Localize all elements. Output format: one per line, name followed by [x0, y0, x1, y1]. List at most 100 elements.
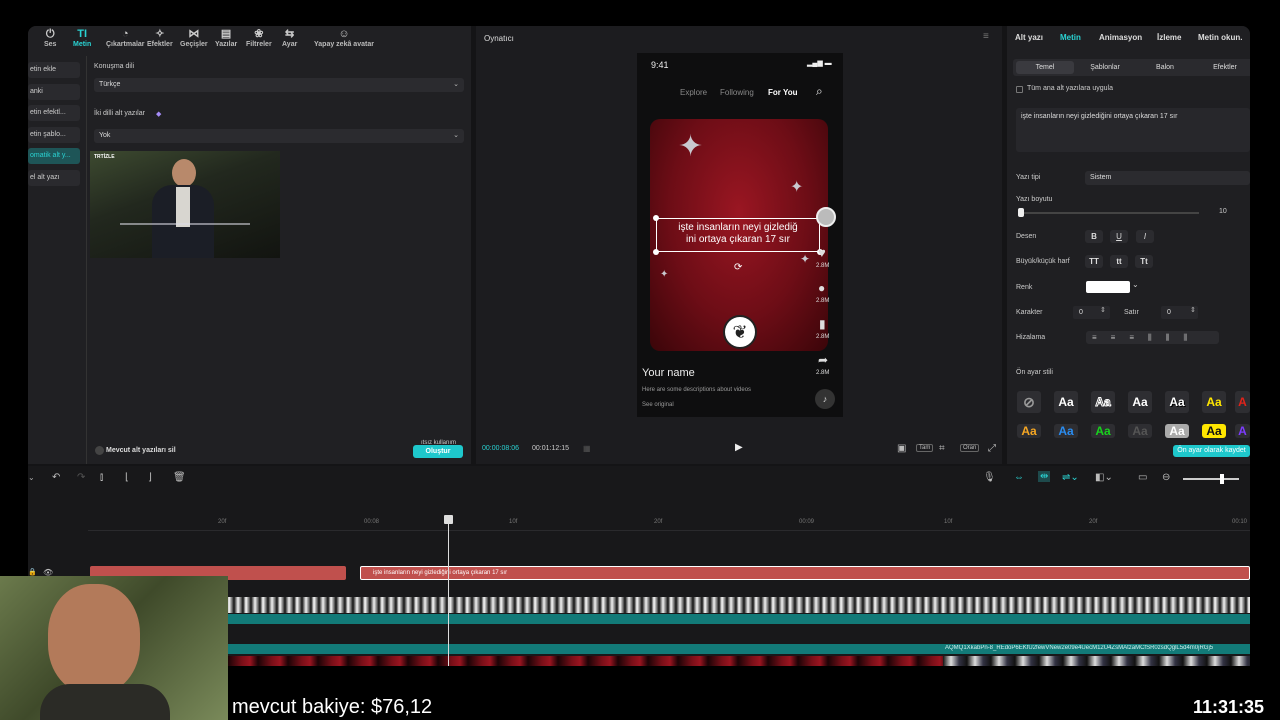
see-original-link[interactable]: See original	[642, 402, 674, 408]
microphone-icon[interactable]: 🎙	[983, 472, 996, 483]
apply-all-checkbox[interactable]	[1016, 86, 1023, 93]
toolbar-yazılar-button[interactable]: ▤ Yazılar	[215, 28, 237, 48]
toolbar-geçişler-button[interactable]: ⋈ Geçişler	[180, 28, 208, 48]
play-button[interactable]: ▶	[735, 442, 743, 453]
subtab-0[interactable]: Temel	[1016, 61, 1074, 74]
caption-icon[interactable]: ▭	[1138, 472, 1147, 483]
toolbar-ayar-button[interactable]: ⇆ Ayar	[282, 28, 297, 48]
video-clip[interactable]	[228, 656, 943, 666]
profile-avatar[interactable]	[816, 207, 836, 227]
comment-icon[interactable]: ●	[818, 281, 825, 295]
preset-style-8[interactable]: Aa	[1054, 424, 1078, 438]
italic-button[interactable]: I	[1136, 230, 1154, 243]
caption-clip-selected[interactable]: işte insanların neyi gizlediğini ortaya …	[360, 566, 1250, 580]
bookmark-icon[interactable]: ▮	[819, 317, 826, 331]
logo-track[interactable]	[90, 597, 1250, 613]
fullscreen-icon[interactable]: ⤢	[988, 443, 996, 454]
video-thumbnail[interactable]: TRTİZLE	[90, 151, 280, 258]
toolbar-çıkartmalar-button[interactable]: ◔ Çıkartmalar	[106, 28, 145, 48]
tab-2[interactable]: Animasyon	[1099, 33, 1142, 42]
ratio-button[interactable]: Oran	[960, 444, 980, 452]
menu-icon[interactable]: ≡	[983, 31, 989, 42]
preset-style-5[interactable]: Aa	[1202, 391, 1226, 413]
font-size-value[interactable]: 10	[1219, 208, 1227, 215]
crop-icon[interactable]: ⌗	[939, 443, 945, 454]
tab-3[interactable]: İzleme	[1157, 33, 1181, 42]
toolbar-ai-avatar-button[interactable]: ☺ Yapay zekâ avatar	[314, 28, 374, 48]
preset-style-7[interactable]: Aa	[1017, 424, 1041, 438]
toolbar-ses-button[interactable]: ⏻ Ses	[44, 28, 56, 48]
timeline-toggle-icon[interactable]: ▦	[583, 444, 591, 453]
preset-style-10[interactable]: Aa	[1128, 424, 1152, 438]
preset-style-11[interactable]: Aa	[1165, 424, 1189, 438]
preset-style-1[interactable]: Aa	[1054, 391, 1078, 413]
lock-icon[interactable]: 🔒	[28, 568, 37, 576]
zoom-out-icon[interactable]: ⊖	[1162, 472, 1170, 483]
delete-toggle-icon[interactable]	[95, 446, 104, 455]
tab-4[interactable]: Metin okun.	[1198, 33, 1242, 42]
search-icon[interactable]: ⌕	[816, 84, 823, 99]
rotate-icon[interactable]: ⟳	[734, 262, 742, 273]
view-icon[interactable]: ▣	[897, 443, 906, 454]
tab-for-you[interactable]: For You	[768, 88, 797, 97]
share-icon[interactable]: ➦	[818, 353, 828, 367]
toolbar-filtreler-button[interactable]: ❀ Filtreler	[246, 28, 272, 48]
subtab-2[interactable]: Balon	[1137, 61, 1193, 74]
preset-style-6[interactable]: A	[1235, 391, 1250, 413]
preset-style-3[interactable]: Aa	[1128, 391, 1152, 413]
save-preset-button[interactable]: Ön ayar olarak kaydet	[1173, 445, 1250, 457]
sidebar-item-1[interactable]: anki	[28, 83, 80, 100]
subtab-3[interactable]: Efektler	[1197, 61, 1250, 74]
fit-button[interactable]: Tam	[916, 444, 934, 452]
subtab-1[interactable]: Şablonlar	[1077, 61, 1133, 74]
delete-icon[interactable]: 🗑	[173, 472, 186, 483]
create-button[interactable]: Oluştur	[413, 445, 463, 458]
preset-style-2[interactable]: Aa	[1091, 391, 1115, 413]
titlecase-button[interactable]: Tt	[1135, 255, 1153, 268]
chevron-down-icon[interactable]: ⌄	[28, 473, 35, 482]
speech-language-select[interactable]: Türkçe ⌄	[94, 78, 464, 92]
tab-1[interactable]: Metin	[1060, 33, 1081, 42]
video-clip-2[interactable]	[943, 656, 1250, 666]
playhead[interactable]	[448, 516, 449, 666]
split-right-icon[interactable]: ⌋	[148, 472, 152, 483]
bilingual-select[interactable]: Yok ⌄	[94, 129, 464, 143]
underline-button[interactable]: U	[1110, 230, 1128, 243]
toolbar-metin-button[interactable]: TI Metin	[73, 28, 91, 48]
playhead-handle[interactable]	[444, 515, 453, 524]
split-left-icon[interactable]: ⌊	[125, 472, 129, 483]
tab-0[interactable]: Alt yazı	[1015, 33, 1043, 42]
stepper-icon[interactable]: ⇕	[1100, 306, 1106, 314]
link-clips-icon[interactable]: ⇔	[1014, 472, 1024, 483]
subtitle-text-field[interactable]: işte insanların neyi gizlediğini ortaya …	[1016, 108, 1250, 152]
redo-icon[interactable]: ↷	[77, 472, 85, 483]
toolbar-efektler-button[interactable]: ✧ Efektler	[147, 28, 173, 48]
chevron-down-icon[interactable]: ⌄	[1132, 280, 1139, 289]
sidebar-item-0[interactable]: etin ekle	[28, 62, 80, 78]
sidebar-item-5[interactable]: el alt yazı	[28, 169, 80, 186]
bold-button[interactable]: B	[1085, 230, 1103, 243]
snap-icon[interactable]: ⇌⌄	[1062, 472, 1079, 483]
stepper-icon[interactable]: ⇕	[1190, 306, 1196, 314]
undo-icon[interactable]: ↶	[52, 472, 60, 483]
preset-style-12[interactable]: Aa	[1202, 424, 1226, 438]
heart-icon[interactable]: ♥	[818, 245, 826, 260]
preset-style-4[interactable]: Aa	[1165, 391, 1189, 413]
resize-handle[interactable]	[653, 215, 659, 221]
sidebar-item-2[interactable]: etin efektl...	[28, 105, 80, 121]
lowercase-button[interactable]: tt	[1110, 255, 1128, 268]
preset-style-13[interactable]: A	[1235, 424, 1250, 438]
tab-explore[interactable]: Explore	[680, 88, 707, 97]
tab-following[interactable]: Following	[720, 88, 754, 97]
preset-none[interactable]: ⊘	[1017, 391, 1041, 413]
color-swatch[interactable]	[1086, 281, 1130, 293]
resize-handle[interactable]	[653, 249, 659, 255]
magnet-icon[interactable]: ⇹	[1038, 471, 1051, 482]
font-select[interactable]: Sistem	[1085, 171, 1250, 185]
zoom-slider[interactable]	[1220, 474, 1224, 484]
split-icon[interactable]: ⫾	[100, 472, 103, 483]
preset-style-9[interactable]: Aa	[1091, 424, 1115, 438]
font-size-slider[interactable]	[1018, 208, 1024, 217]
audio-track[interactable]	[90, 614, 1250, 624]
uppercase-button[interactable]: TT	[1085, 255, 1103, 268]
